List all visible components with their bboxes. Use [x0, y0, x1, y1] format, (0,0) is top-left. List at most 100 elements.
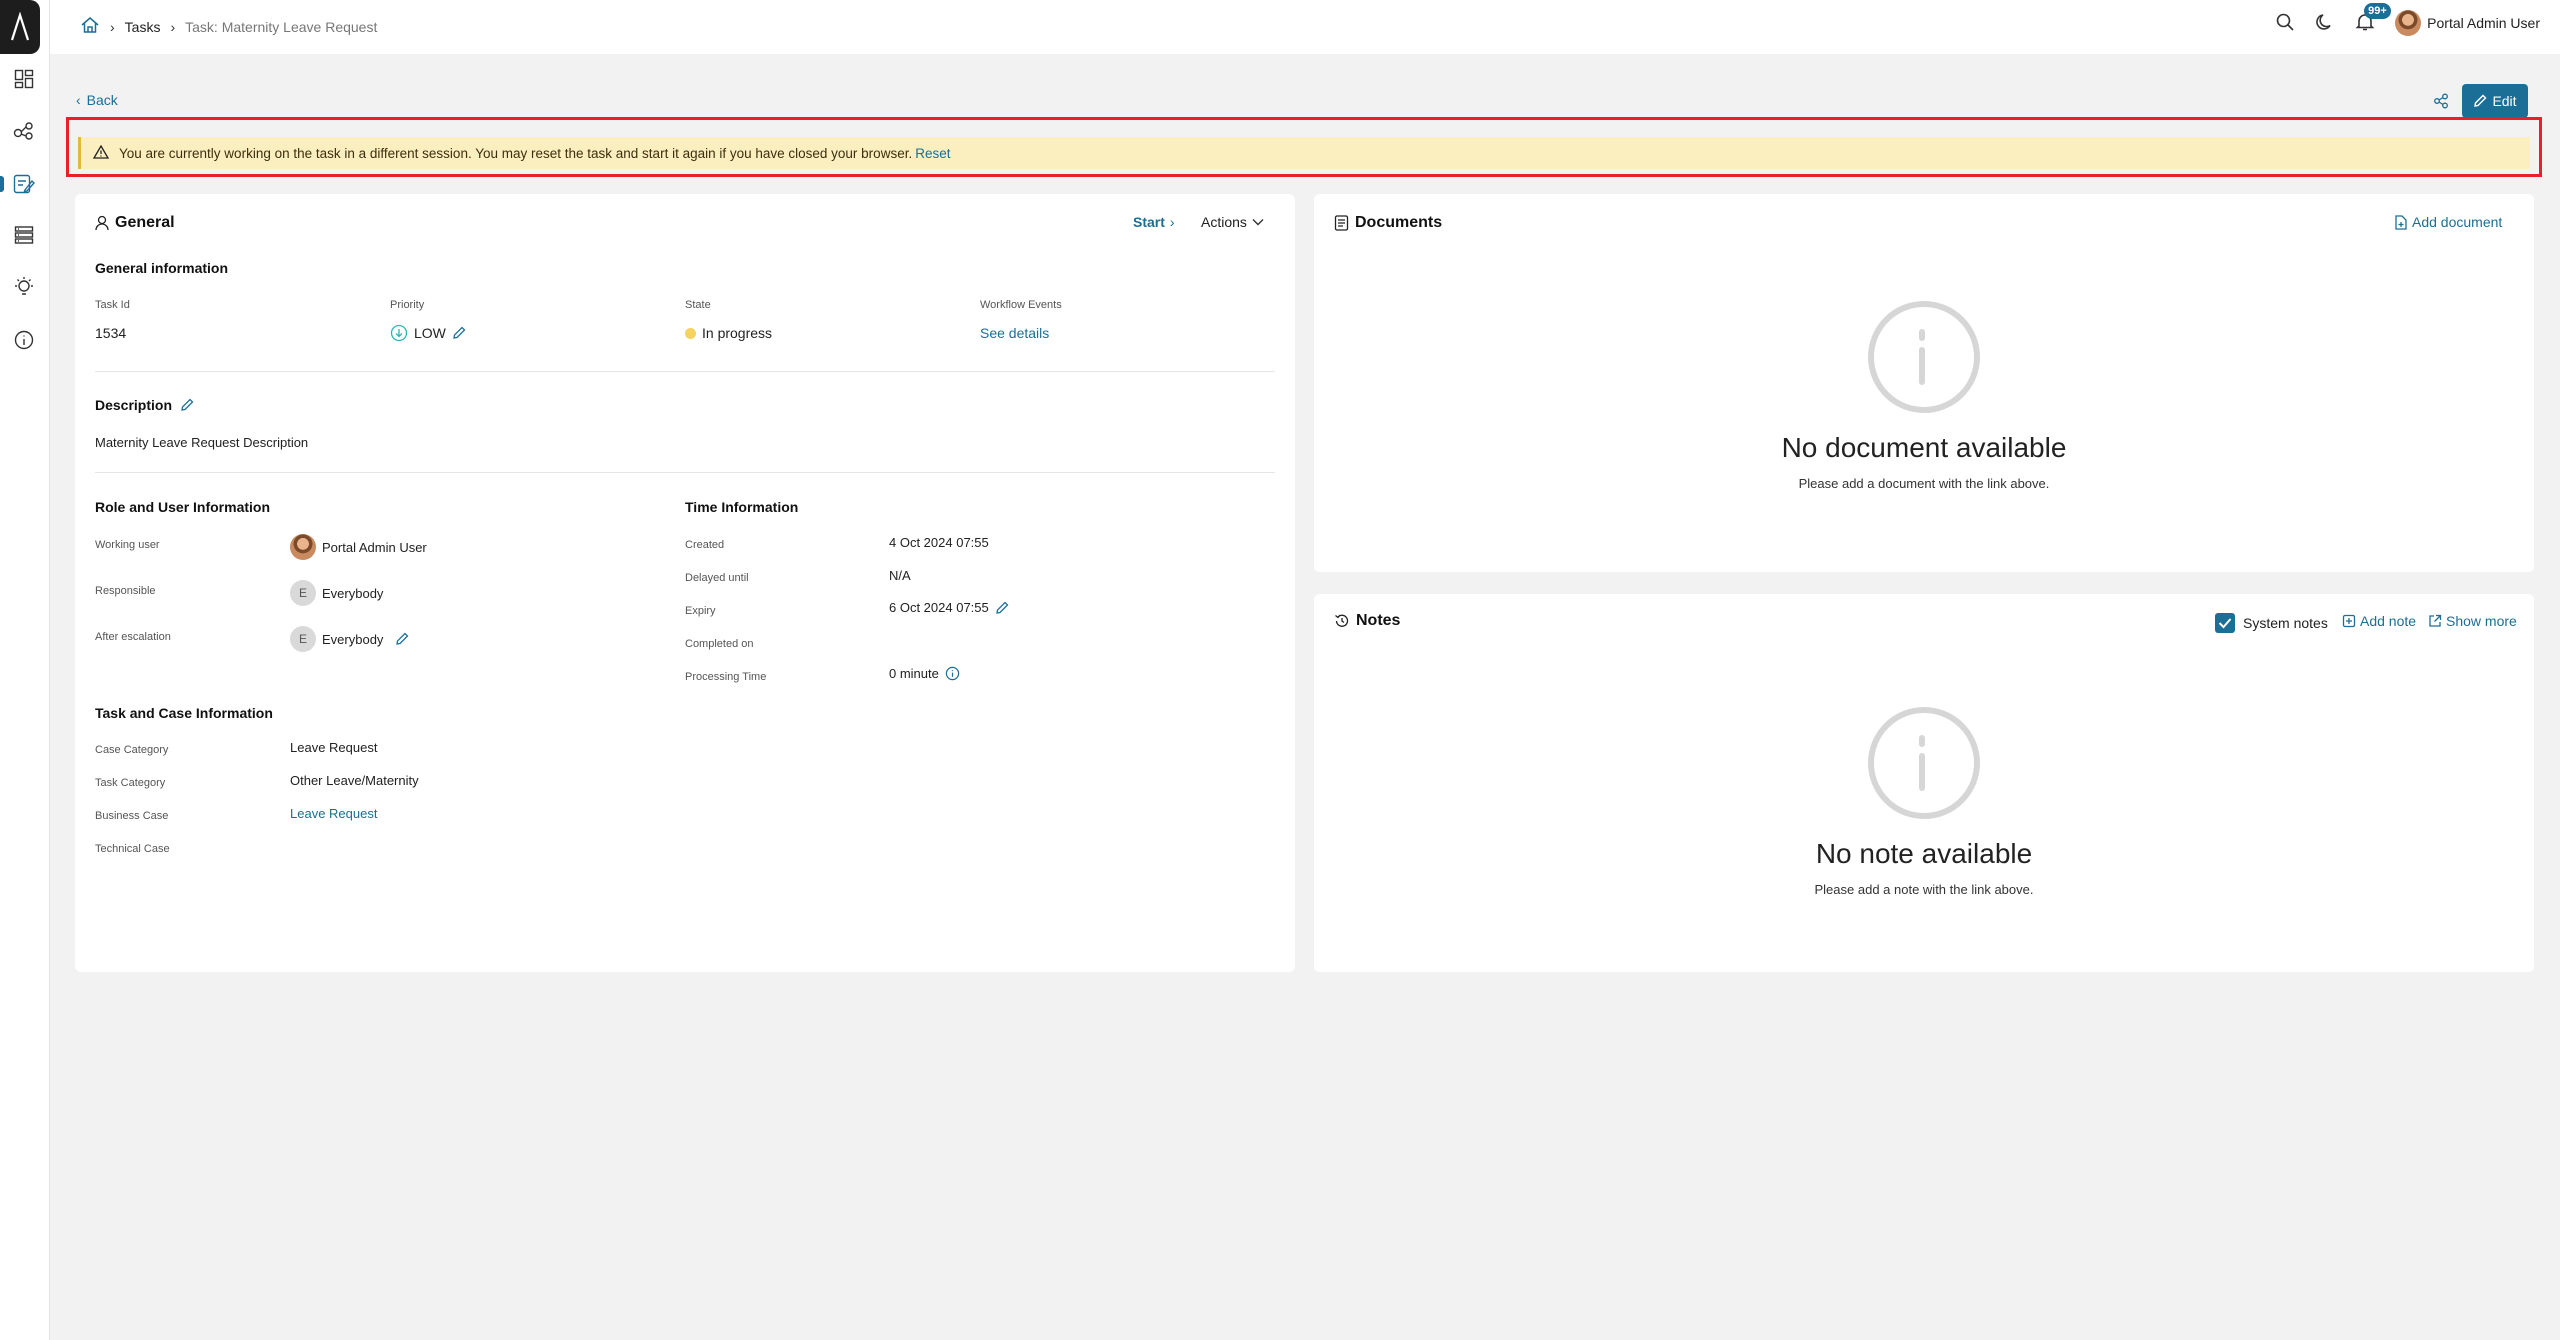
processes-icon[interactable]	[11, 118, 37, 144]
case-title: Task and Case Information	[95, 705, 273, 721]
created-label: Created	[685, 539, 725, 551]
delayed-value: N/A	[889, 568, 911, 583]
expiry-text: 6 Oct 2024 07:55	[889, 600, 989, 615]
notifications-button[interactable]: 99+	[2355, 2, 2391, 35]
general-info-title: General information	[95, 260, 229, 276]
task-id-label: Task Id	[95, 299, 130, 311]
documents-card: Documents Add document No document avail…	[1314, 194, 2534, 572]
created-value: 4 Oct 2024 07:55	[889, 535, 989, 550]
priority-label: Priority	[390, 299, 425, 311]
warning-message: You are currently working on the task in…	[119, 145, 913, 161]
avatar	[2395, 10, 2422, 36]
general-title: General	[115, 214, 175, 231]
info-icon[interactable]	[945, 666, 960, 681]
edit-description-icon[interactable]	[180, 398, 194, 412]
external-link-icon	[2429, 614, 2442, 627]
notes-empty-title: No note available	[1815, 838, 2033, 869]
session-warning: You are currently working on the task in…	[78, 137, 2530, 169]
task-category-label: Task Category	[95, 777, 166, 789]
system-notes-toggle[interactable]: System notes	[2215, 613, 2328, 633]
share-button[interactable]	[2430, 90, 2452, 112]
statistics-icon[interactable]	[11, 274, 37, 300]
tasks-icon[interactable]	[11, 171, 37, 197]
add-note-button[interactable]: Add note	[2342, 613, 2416, 629]
edit-priority-icon[interactable]	[452, 326, 466, 340]
notes-empty-state: No note available Please add a note with…	[1314, 706, 2534, 897]
priority-text: LOW	[414, 325, 446, 341]
edit-button[interactable]: Edit	[2462, 84, 2528, 118]
actions-dropdown[interactable]: Actions	[1201, 214, 1264, 230]
add-document-button[interactable]: Add document	[2394, 214, 2502, 230]
general-header: General	[95, 214, 175, 232]
responsible-value: E Everybody	[290, 580, 383, 606]
edit-escalation-icon[interactable]	[395, 632, 409, 646]
info-circle-icon	[1868, 301, 1980, 413]
notes-empty-sub: Please add a note with the link above.	[1814, 882, 2034, 897]
edit-label: Edit	[2492, 93, 2517, 109]
after-escalation-value: E Everybody	[290, 626, 409, 652]
divider	[95, 371, 1275, 372]
system-notes-checkbox[interactable]	[2215, 613, 2235, 633]
dashboard-icon[interactable]	[11, 66, 37, 92]
divider	[95, 472, 1275, 473]
case-category-label: Case Category	[95, 744, 169, 756]
add-file-icon	[2395, 214, 2407, 230]
working-user-label: Working user	[95, 539, 160, 551]
avatar: E	[290, 626, 316, 652]
notes-title: Notes	[1356, 612, 1401, 629]
breadcrumb-current: Task: Maternity Leave Request	[185, 18, 378, 35]
dark-mode-icon[interactable]	[2315, 12, 2335, 35]
user-menu[interactable]: Portal Admin User	[2395, 10, 2540, 36]
breadcrumb-tasks[interactable]: Tasks	[125, 19, 161, 35]
time-title: Time Information	[685, 499, 799, 515]
arrow-down-circle-icon	[390, 324, 408, 342]
responsible-label: Responsible	[95, 585, 156, 597]
description-header: Description	[95, 397, 194, 413]
check-icon	[2218, 618, 2232, 629]
completed-label: Completed on	[685, 638, 754, 650]
delayed-label: Delayed until	[685, 572, 749, 584]
app-logo[interactable]	[0, 0, 40, 54]
state-value: In progress	[685, 325, 772, 341]
avatar: E	[290, 580, 316, 606]
working-user-name: Portal Admin User	[322, 539, 427, 555]
state-text: In progress	[702, 325, 773, 341]
notification-badge: 99+	[2364, 2, 2391, 19]
search-icon[interactable]	[2275, 12, 2295, 35]
home-icon[interactable]	[80, 16, 100, 37]
add-note-label: Add note	[2360, 613, 2417, 629]
task-category-value: Other Leave/Maternity	[290, 773, 419, 788]
cases-icon[interactable]	[11, 222, 37, 248]
reset-link[interactable]: Reset	[915, 146, 950, 161]
expiry-label: Expiry	[685, 605, 716, 617]
technical-case-label: Technical Case	[95, 843, 170, 855]
sidebar	[0, 0, 50, 1340]
actions-label: Actions	[1201, 214, 1247, 230]
chevron-right-icon: ›	[170, 18, 176, 35]
breadcrumb: › Tasks › Task: Maternity Leave Request	[80, 16, 377, 37]
document-icon	[1334, 215, 1349, 231]
documents-empty-state: No document available Please add a docum…	[1314, 300, 2534, 491]
info-circle-icon	[1868, 707, 1980, 819]
processing-label: Processing Time	[685, 671, 767, 683]
pencil-icon	[2474, 94, 2487, 107]
expiry-value: 6 Oct 2024 07:55	[889, 600, 1009, 615]
see-details-link[interactable]: See details	[980, 325, 1049, 341]
description-text: Maternity Leave Request Description	[95, 435, 309, 450]
business-case-link[interactable]: Leave Request	[290, 806, 377, 821]
documents-empty-title: No document available	[1781, 432, 2067, 463]
after-escalation-name: Everybody	[322, 631, 384, 647]
show-more-button[interactable]: Show more	[2428, 613, 2517, 629]
warning-icon	[92, 144, 110, 162]
edit-expiry-icon[interactable]	[995, 601, 1009, 615]
info-icon[interactable]	[11, 327, 37, 353]
documents-header: Documents	[1334, 214, 1442, 232]
back-link[interactable]: ‹ Back	[76, 92, 118, 108]
chevron-left-icon: ‹	[76, 92, 81, 108]
system-notes-label: System notes	[2243, 615, 2328, 631]
user-name: Portal Admin User	[2427, 15, 2540, 31]
business-case-label: Business Case	[95, 810, 169, 822]
start-button[interactable]: Start ›	[1133, 214, 1175, 230]
back-label: Back	[86, 92, 118, 108]
add-document-label: Add document	[2412, 214, 2503, 230]
